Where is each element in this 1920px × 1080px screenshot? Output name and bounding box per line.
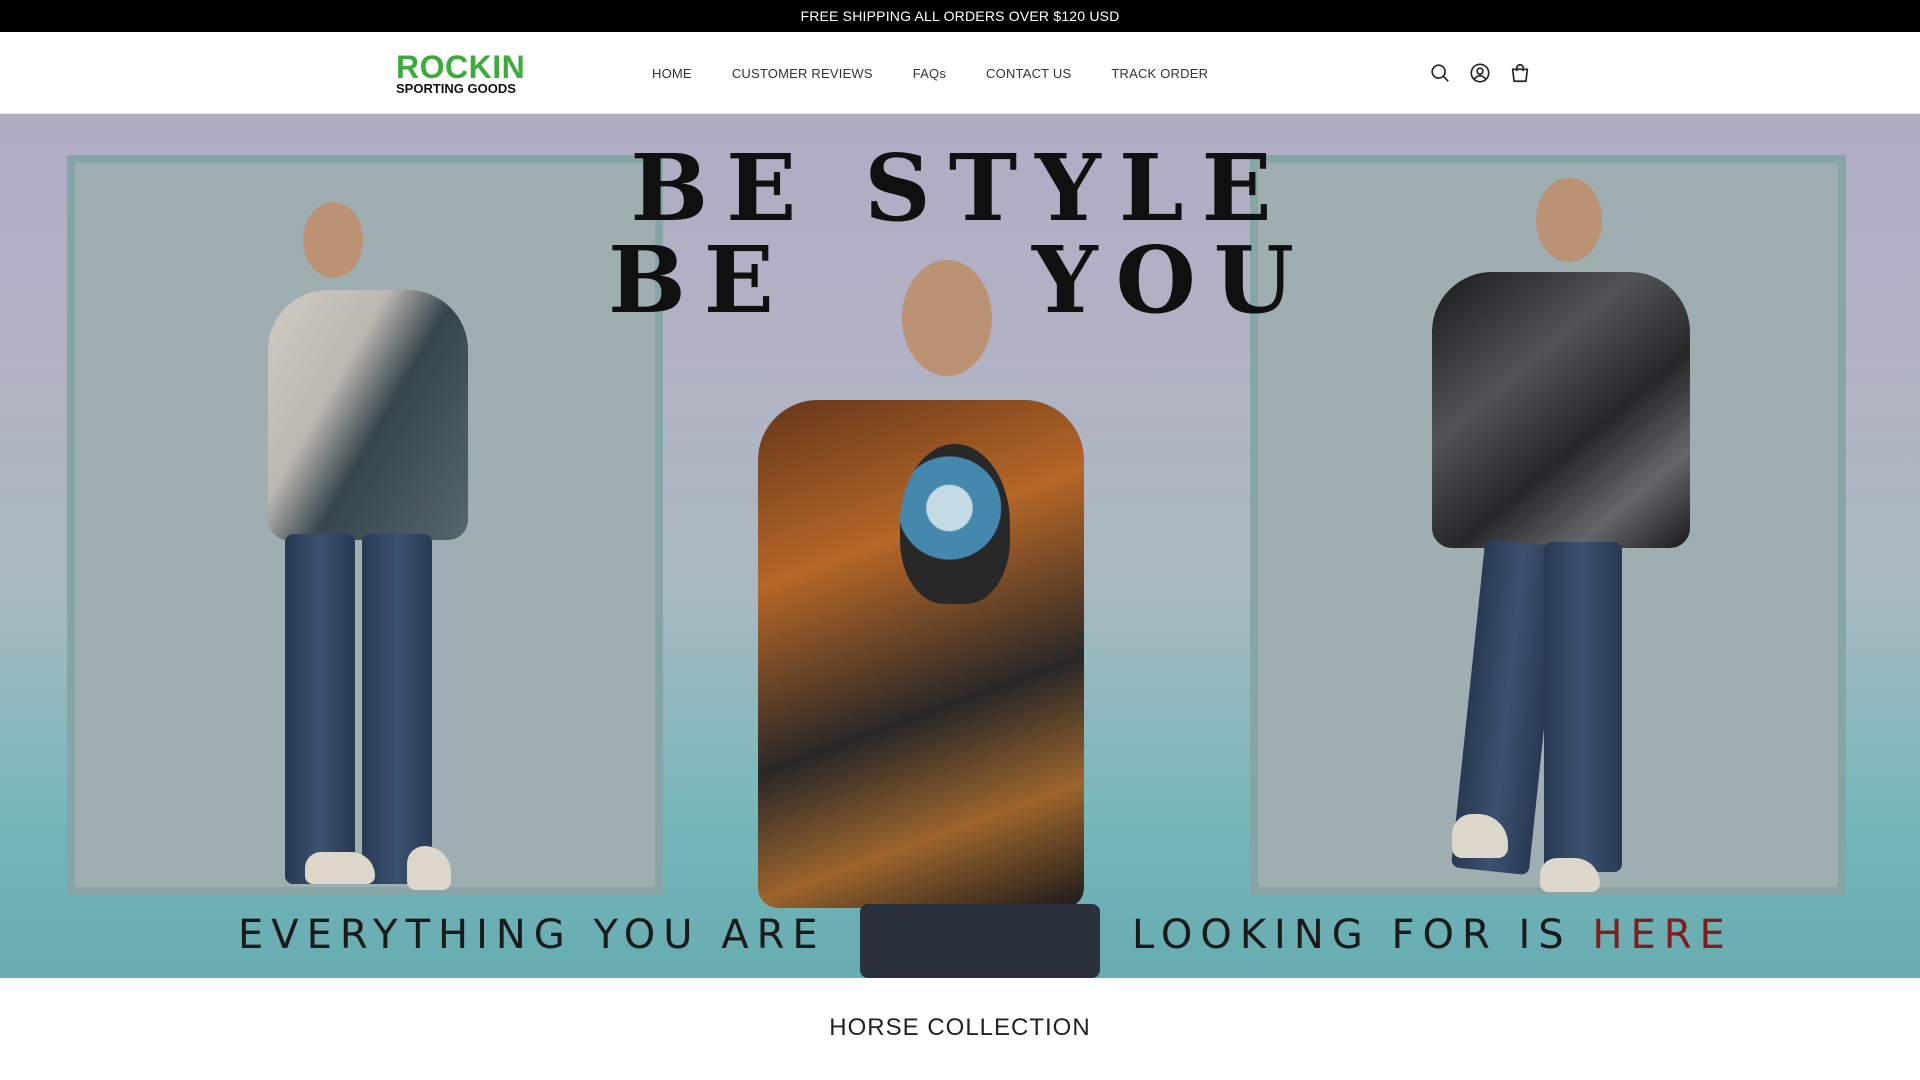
search-icon[interactable] bbox=[1428, 61, 1452, 85]
brand-name: ROCKIN bbox=[396, 49, 526, 85]
nav-item-track-order[interactable]: TRACK ORDER bbox=[1111, 66, 1208, 81]
account-icon[interactable] bbox=[1468, 61, 1492, 85]
brand-tagline: SPORTING GOODS bbox=[396, 81, 516, 96]
announcement-text: FREE SHIPPING ALL ORDERS OVER $120 USD bbox=[800, 8, 1120, 24]
hero-overlay bbox=[0, 114, 1920, 978]
nav-item-faqs[interactable]: FAQs bbox=[913, 66, 946, 81]
hero-banner[interactable]: BE STYLE BE YOU EVERYTHING YOU ARE LOOKI… bbox=[0, 114, 1920, 978]
main-nav: HOME CUSTOMER REVIEWS FAQs CONTACT US TR… bbox=[652, 32, 1208, 114]
cart-icon[interactable] bbox=[1508, 61, 1532, 85]
nav-item-contact-us[interactable]: CONTACT US bbox=[986, 66, 1071, 81]
nav-item-customer-reviews[interactable]: CUSTOMER REVIEWS bbox=[732, 66, 873, 81]
nav-item-home[interactable]: HOME bbox=[652, 66, 692, 81]
site-header: ROCKIN SPORTING GOODS HOME CUSTOMER REVI… bbox=[0, 32, 1920, 114]
announcement-bar: FREE SHIPPING ALL ORDERS OVER $120 USD bbox=[0, 0, 1920, 32]
brand-logo[interactable]: ROCKIN SPORTING GOODS bbox=[396, 49, 526, 96]
section-title: HORSE COLLECTION bbox=[829, 1014, 1091, 1041]
header-icons bbox=[1428, 32, 1532, 114]
